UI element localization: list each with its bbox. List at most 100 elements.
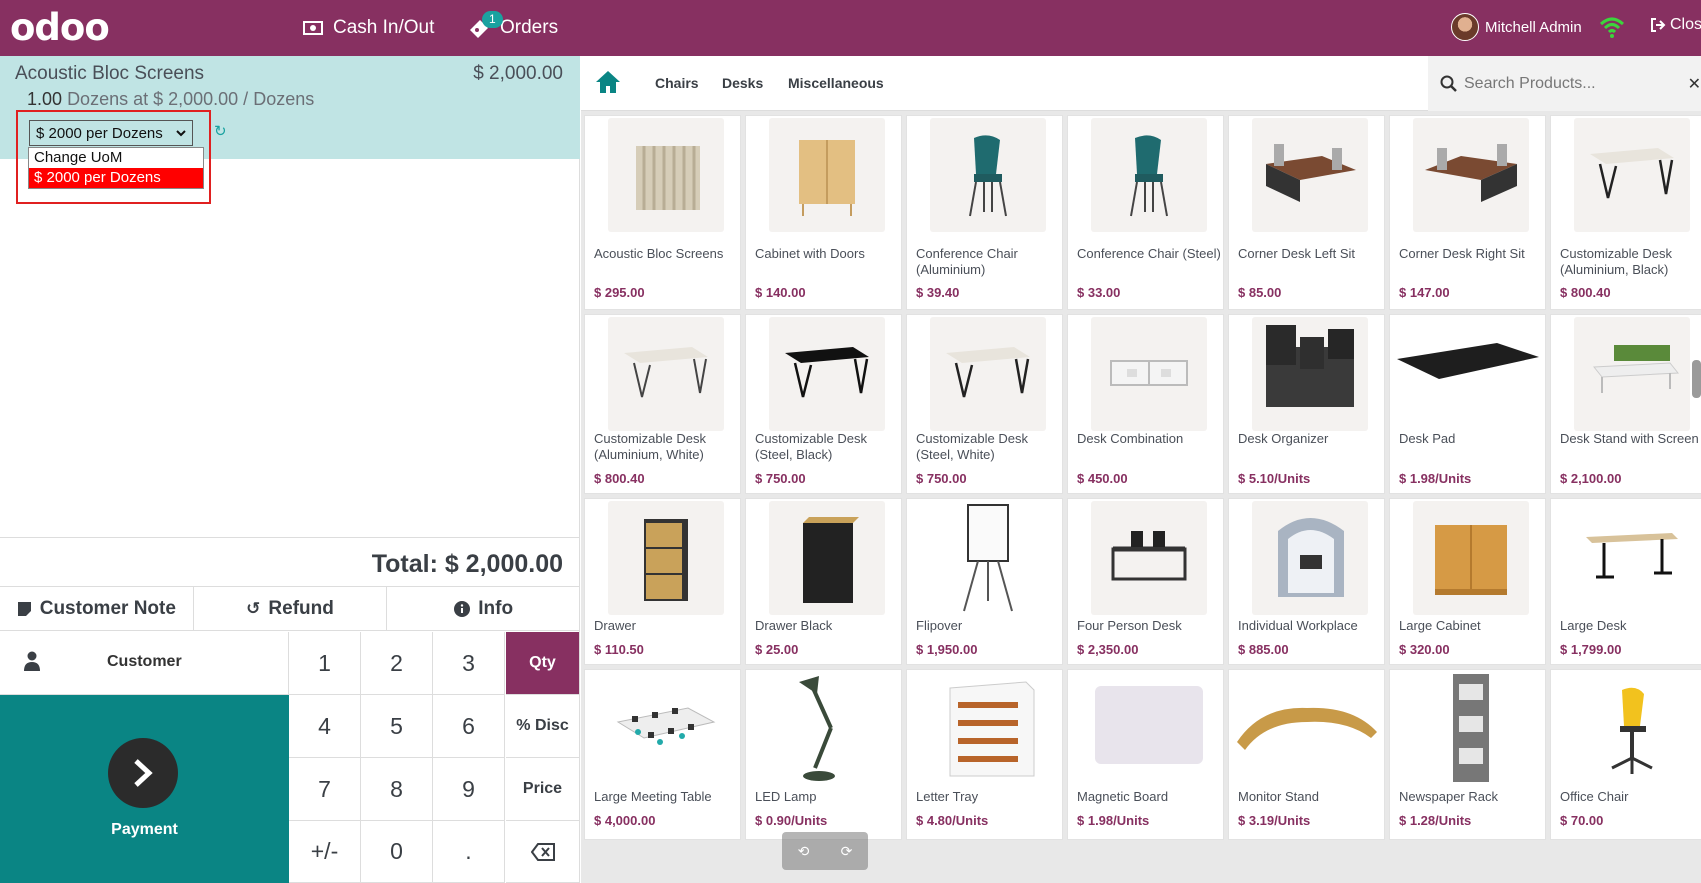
- customer-button[interactable]: Customer: [0, 632, 289, 695]
- odoo-logo: odoo: [10, 6, 110, 49]
- refund-button[interactable]: ↺ Refund: [194, 587, 388, 630]
- orders-button[interactable]: 1 Orders: [468, 0, 558, 56]
- order-line-product: Acoustic Bloc Screens: [15, 63, 205, 84]
- product-card[interactable]: Corner Desk Right Sit $ 147.00: [1389, 115, 1546, 310]
- chevron-right-icon: [108, 738, 178, 808]
- product-image: [1091, 672, 1207, 786]
- sign-out-icon: [1651, 18, 1666, 32]
- product-price: $ 1,950.00: [916, 642, 978, 657]
- home-icon[interactable]: [595, 70, 621, 94]
- close-button[interactable]: Close: [1650, 16, 1701, 34]
- product-image: [608, 672, 724, 786]
- numpad-key-5[interactable]: 5: [361, 695, 433, 758]
- product-card[interactable]: Magnetic Board $ 1.98/Units: [1067, 669, 1224, 840]
- clear-search-icon[interactable]: ✕: [1688, 74, 1701, 94]
- product-card[interactable]: Customizable Desk (Aluminium, Black) $ 8…: [1550, 115, 1701, 310]
- category-miscellaneous[interactable]: Miscellaneous: [788, 75, 884, 91]
- product-card[interactable]: Newspaper Rack $ 1.28/Units: [1389, 669, 1546, 840]
- numpad-key-plus-minus[interactable]: +/-: [289, 821, 361, 883]
- numpad-key-3[interactable]: 3: [433, 632, 505, 695]
- product-card[interactable]: Four Person Desk $ 2,350.00: [1067, 498, 1224, 665]
- product-image: [1413, 118, 1529, 232]
- product-price: $ 4.80/Units: [916, 813, 989, 828]
- product-card[interactable]: Conference Chair (Aluminium) $ 39.40: [906, 115, 1063, 310]
- user-menu[interactable]: Mitchell Admin: [1451, 13, 1582, 41]
- category-chairs[interactable]: Chairs: [655, 75, 699, 91]
- mode-discount-button[interactable]: % Disc: [506, 695, 580, 758]
- product-card[interactable]: LED Lamp $ 0.90/Units: [745, 669, 902, 840]
- backspace-button[interactable]: [506, 821, 580, 883]
- product-price: $ 800.40: [1560, 285, 1611, 300]
- product-card[interactable]: Corner Desk Left Sit $ 85.00: [1228, 115, 1385, 310]
- payment-button[interactable]: Payment: [0, 695, 289, 883]
- product-price: $ 750.00: [916, 471, 967, 486]
- customer-note-button[interactable]: Customer Note: [0, 587, 194, 630]
- uom-option-selected[interactable]: $ 2000 per Dozens: [29, 168, 203, 188]
- product-card[interactable]: Cabinet with Doors $ 140.00: [745, 115, 902, 310]
- product-price: $ 25.00: [755, 642, 799, 657]
- info-button[interactable]: Info: [387, 587, 580, 630]
- product-card[interactable]: Desk Pad $ 1.98/Units: [1389, 314, 1546, 494]
- product-name: Monitor Stand: [1238, 789, 1319, 804]
- cash-in-out-button[interactable]: Cash In/Out: [303, 0, 434, 56]
- top-bar: odoo Cash In/Out 1 Orders Mitchell Admin…: [0, 0, 1701, 56]
- numpad-key-7[interactable]: 7: [289, 758, 361, 821]
- numpad-key-2[interactable]: 2: [361, 632, 433, 695]
- order-total-row: Total: $ 2,000.00: [0, 537, 580, 586]
- numpad-key-decimal[interactable]: .: [433, 821, 505, 883]
- product-card[interactable]: Drawer Black $ 25.00: [745, 498, 902, 665]
- refresh-icon[interactable]: ↻: [214, 122, 227, 140]
- mode-price-button[interactable]: Price: [506, 758, 580, 821]
- product-card[interactable]: Monitor Stand $ 3.19/Units: [1228, 669, 1385, 840]
- product-name: Cabinet with Doors: [755, 246, 865, 261]
- search-icon: [1440, 75, 1457, 92]
- product-card[interactable]: Customizable Desk (Steel, Black) $ 750.0…: [745, 314, 902, 494]
- order-line-info: 1.00 Dozens at $ 2,000.00 / Dozens: [27, 89, 314, 110]
- product-card[interactable]: Desk Stand with Screen $ 2,100.00: [1550, 314, 1701, 494]
- orders-count-badge: 1: [482, 11, 503, 28]
- product-name: Acoustic Bloc Screens: [594, 246, 724, 261]
- numpad-key-0[interactable]: 0: [361, 821, 433, 883]
- rotate-right-icon[interactable]: ⟳: [841, 843, 853, 860]
- product-name: Corner Desk Left Sit: [1238, 246, 1356, 261]
- product-card[interactable]: Office Chair $ 70.00: [1550, 669, 1701, 840]
- money-icon: [303, 21, 323, 35]
- floating-controls: ⟲ ⟳: [782, 832, 868, 870]
- product-price: $ 70.00: [1560, 813, 1604, 828]
- product-card[interactable]: Acoustic Bloc Screens $ 295.00: [584, 115, 741, 310]
- product-card[interactable]: Individual Workplace $ 885.00: [1228, 498, 1385, 665]
- numpad-key-9[interactable]: 9: [433, 758, 505, 821]
- scrollbar-thumb[interactable]: [1692, 360, 1701, 398]
- product-card[interactable]: Desk Organizer $ 5.10/Units: [1228, 314, 1385, 494]
- product-card[interactable]: Desk Combination $ 450.00: [1067, 314, 1224, 494]
- numpad-key-4[interactable]: 4: [289, 695, 361, 758]
- product-card[interactable]: Large Meeting Table $ 4,000.00: [584, 669, 741, 840]
- search-products-input[interactable]: Search Products... ✕: [1428, 56, 1701, 111]
- product-grid: Acoustic Bloc Screens $ 295.00 Cabinet w…: [584, 115, 1701, 883]
- product-card[interactable]: Large Cabinet $ 320.00: [1389, 498, 1546, 665]
- product-name: Customizable Desk (Aluminium, Black): [1560, 246, 1672, 277]
- product-image: [608, 118, 724, 232]
- product-image: [1091, 501, 1207, 615]
- product-card[interactable]: Flipover $ 1,950.00: [906, 498, 1063, 665]
- numpad-key-6[interactable]: 6: [433, 695, 505, 758]
- mode-qty-button[interactable]: Qty: [506, 632, 580, 695]
- product-name: Customizable Desk (Steel, White): [916, 431, 1028, 462]
- category-desks[interactable]: Desks: [722, 75, 763, 91]
- product-image: [1231, 672, 1383, 786]
- product-card[interactable]: Large Desk $ 1,799.00: [1550, 498, 1701, 665]
- product-card[interactable]: Letter Tray $ 4.80/Units: [906, 669, 1063, 840]
- product-card[interactable]: Customizable Desk (Steel, White) $ 750.0…: [906, 314, 1063, 494]
- product-price: $ 33.00: [1077, 285, 1121, 300]
- product-image: [769, 317, 885, 431]
- numpad-key-1[interactable]: 1: [289, 632, 361, 695]
- uom-select[interactable]: $ 2000 per Dozens: [29, 120, 193, 146]
- uom-option[interactable]: Change UoM: [29, 148, 203, 168]
- numpad-key-8[interactable]: 8: [361, 758, 433, 821]
- product-card[interactable]: Customizable Desk (Aluminium, White) $ 8…: [584, 314, 741, 494]
- product-name: Conference Chair (Aluminium): [916, 246, 1018, 277]
- rotate-left-icon[interactable]: ⟲: [798, 843, 810, 860]
- product-name: Conference Chair (Steel): [1077, 246, 1221, 261]
- product-card[interactable]: Drawer $ 110.50: [584, 498, 741, 665]
- product-card[interactable]: Conference Chair (Steel) $ 33.00: [1067, 115, 1224, 310]
